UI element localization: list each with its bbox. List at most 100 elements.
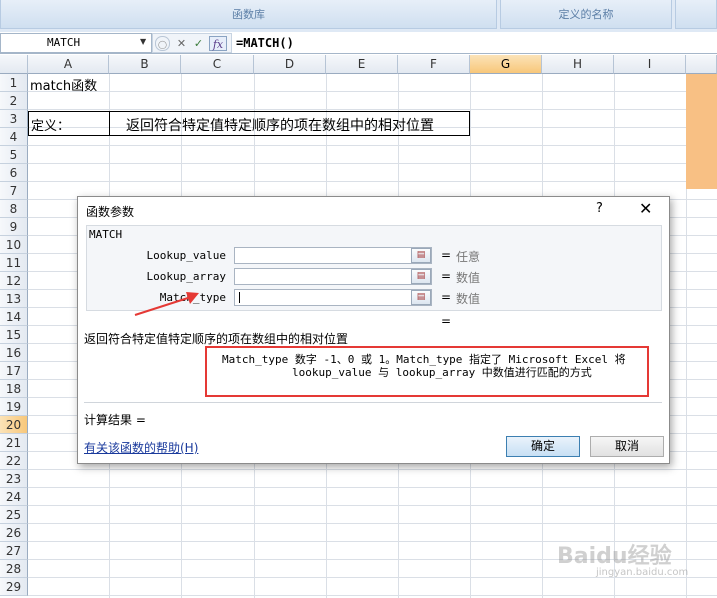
row-header-27[interactable]: 27 — [0, 542, 28, 560]
row-header-19[interactable]: 19 — [0, 398, 28, 416]
cell-a1[interactable]: match函数 — [30, 75, 97, 94]
gridline-horizontal — [28, 595, 717, 596]
arg-hint-lookup-value: 任意 — [456, 250, 481, 264]
row-header-7[interactable]: 7 — [0, 182, 28, 200]
row-header-28[interactable]: 28 — [0, 560, 28, 578]
arg-equals: = — [441, 269, 452, 283]
row-header-9[interactable]: 9 — [0, 218, 28, 236]
watermark-logo: Baidu经验 — [557, 544, 672, 569]
arg-hint-lookup-array: 数值 — [456, 271, 481, 285]
help-icon[interactable]: ? — [596, 201, 603, 216]
row-header-1[interactable]: 1 — [0, 74, 28, 92]
arg-label-lookup-array: Lookup_array — [146, 270, 226, 283]
row-header-18[interactable]: 18 — [0, 380, 28, 398]
row-header-22[interactable]: 22 — [0, 452, 28, 470]
select-all-corner[interactable] — [0, 55, 28, 74]
column-header-i[interactable]: I — [614, 55, 686, 74]
row-header-15[interactable]: 15 — [0, 326, 28, 344]
row-header-2[interactable]: 2 — [0, 92, 28, 110]
collapse-dialog-icon[interactable]: ▤ — [411, 290, 431, 305]
formula-buttons: ◯ ✕ ✓ fx — [152, 33, 232, 53]
formula-input[interactable]: =MATCH() — [236, 33, 294, 53]
row-header-4[interactable]: 4 — [0, 128, 28, 146]
column-header-a[interactable]: A — [28, 55, 109, 74]
function-arguments-dialog: 函数参数 ? ✕ MATCH Lookup_value ▤ = 任意 Looku… — [77, 196, 670, 464]
column-header-g[interactable]: G — [470, 55, 542, 74]
row-header-23[interactable]: 23 — [0, 470, 28, 488]
column-header-d[interactable]: D — [254, 55, 326, 74]
cell-a3[interactable]: 定义： — [31, 115, 70, 134]
collapse-dialog-icon[interactable]: ▤ — [411, 248, 431, 263]
column-header-partial[interactable] — [686, 55, 717, 74]
row-header-20[interactable]: 20 — [0, 416, 28, 434]
row-header-25[interactable]: 25 — [0, 506, 28, 524]
function-description: 返回符合特定值特定顺序的项在数组中的相对位置 — [84, 332, 349, 346]
dialog-title: 函数参数 — [86, 205, 135, 219]
arg-equals: = — [441, 248, 452, 262]
calc-result-label: 计算结果 = — [84, 413, 146, 427]
row-header-16[interactable]: 16 — [0, 344, 28, 362]
row-header-17[interactable]: 17 — [0, 362, 28, 380]
result-equals: = — [441, 314, 452, 328]
definition-box-divider — [109, 111, 110, 136]
row-header-8[interactable]: 8 — [0, 200, 28, 218]
expand-icon[interactable]: ◯ — [155, 36, 170, 51]
gridline-horizontal — [28, 91, 717, 92]
annotation-arrow-icon — [134, 292, 199, 316]
row-header-29[interactable]: 29 — [0, 578, 28, 596]
column-header-e[interactable]: E — [326, 55, 398, 74]
ribbon-group-defined-names[interactable]: 定义的名称 — [500, 0, 672, 29]
gridline-horizontal — [28, 487, 717, 488]
chevron-down-icon[interactable]: ▼ — [140, 33, 150, 51]
column-header-h[interactable]: H — [542, 55, 614, 74]
cancel-icon[interactable]: ✕ — [174, 36, 189, 51]
row-header-24[interactable]: 24 — [0, 488, 28, 506]
gridline-horizontal — [28, 505, 717, 506]
cancel-button[interactable]: 取消 — [590, 436, 664, 457]
argument-help-line-1: Match_type 数字 -1、0 或 1。Match_type 指定了 Mi… — [222, 353, 626, 366]
column-header-c[interactable]: C — [181, 55, 254, 74]
match-type-input[interactable] — [234, 289, 432, 306]
row-header-21[interactable]: 21 — [0, 434, 28, 452]
check-icon[interactable]: ✓ — [191, 36, 206, 51]
formula-bar: MATCH ▼ ◯ ✕ ✓ fx =MATCH() — [0, 32, 717, 54]
gridline-horizontal — [28, 145, 717, 146]
dialog-separator — [84, 402, 662, 403]
argument-help-text: Match_type 数字 -1、0 或 1。Match_type 指定了 Mi… — [222, 353, 626, 379]
gridline-horizontal — [28, 109, 717, 110]
row-header-10[interactable]: 10 — [0, 236, 28, 254]
argument-help-line-2: lookup_value 与 lookup_array 中数值进行匹配的方式 — [292, 366, 592, 379]
gridline-horizontal — [28, 469, 717, 470]
watermark-url: jingyan.baidu.com — [596, 567, 689, 578]
close-icon[interactable]: ✕ — [639, 199, 652, 218]
arg-hint-match-type: 数值 — [456, 292, 481, 306]
gridline-horizontal — [28, 181, 717, 182]
function-help-link[interactable]: 有关该函数的帮助(H) — [84, 439, 198, 456]
ok-button[interactable]: 确定 — [506, 436, 580, 457]
gridline-horizontal — [28, 523, 717, 524]
orange-highlight-region — [686, 74, 717, 189]
row-header-11[interactable]: 11 — [0, 254, 28, 272]
column-header-f[interactable]: F — [398, 55, 470, 74]
ribbon: 函数库 定义的名称 — [0, 0, 717, 30]
lookup-value-input[interactable] — [234, 247, 432, 264]
arg-equals: = — [441, 290, 452, 304]
row-header-14[interactable]: 14 — [0, 308, 28, 326]
row-header-5[interactable]: 5 — [0, 146, 28, 164]
ribbon-group-partial[interactable] — [675, 0, 717, 29]
name-box[interactable]: MATCH — [0, 33, 152, 53]
lookup-array-input[interactable] — [234, 268, 432, 285]
insert-function-icon[interactable]: fx — [209, 36, 227, 51]
row-header-6[interactable]: 6 — [0, 164, 28, 182]
gridline-horizontal — [28, 163, 717, 164]
cell-b3[interactable]: 返回符合特定值特定顺序的项在数组中的相对位置 — [126, 115, 434, 135]
ribbon-group-function-library[interactable]: 函数库 — [0, 0, 497, 29]
arg-label-lookup-value: Lookup_value — [146, 249, 226, 262]
text-caret — [239, 292, 240, 303]
collapse-dialog-icon[interactable]: ▤ — [411, 269, 431, 284]
column-header-b[interactable]: B — [109, 55, 181, 74]
row-header-26[interactable]: 26 — [0, 524, 28, 542]
row-header-3[interactable]: 3 — [0, 110, 28, 128]
row-header-12[interactable]: 12 — [0, 272, 28, 290]
row-header-13[interactable]: 13 — [0, 290, 28, 308]
